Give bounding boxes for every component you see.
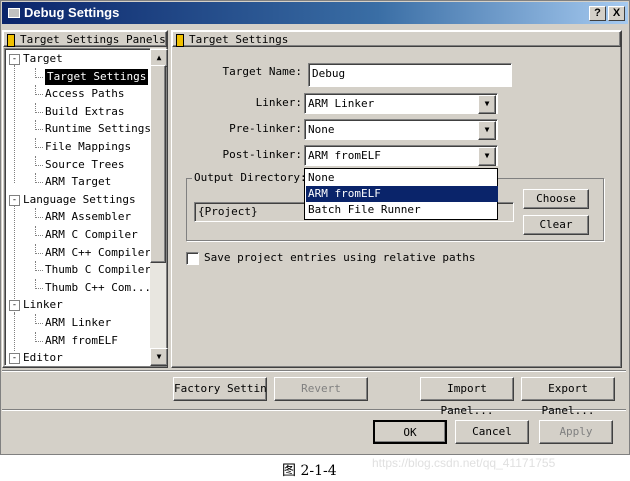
separator xyxy=(2,370,626,372)
ok-button[interactable]: OK xyxy=(373,420,447,444)
window-icon xyxy=(8,8,20,18)
dropdown-option-batch-file-runner[interactable]: Batch File Runner xyxy=(306,202,498,218)
export-panel-button[interactable]: Export Panel... xyxy=(521,377,615,417)
relative-paths-label: Save project entries using relative path… xyxy=(204,251,476,264)
tree-item[interactable]: Target Settings xyxy=(45,68,149,85)
tree-item[interactable]: ARM Target xyxy=(45,174,111,190)
postlinker-label: Post-linker: xyxy=(222,148,302,161)
settings-header-label: Target Settings xyxy=(189,33,289,46)
revert-button[interactable]: Revert xyxy=(274,377,368,401)
tree-item[interactable]: Source Trees xyxy=(45,157,124,173)
tree-item[interactable]: Build Extras xyxy=(45,104,124,120)
scroll-thumb[interactable] xyxy=(150,65,166,263)
separator xyxy=(2,409,626,411)
panels-header: Target Settings Panels xyxy=(3,31,167,47)
collapse-icon[interactable]: - xyxy=(9,353,20,365)
collapse-icon[interactable]: - xyxy=(9,300,20,312)
dropdown-option-arm-fromelf[interactable]: ARM fromELF xyxy=(306,186,498,202)
relative-paths-checkbox[interactable] xyxy=(186,252,199,265)
settings-tree[interactable]: - Target Target Settings Access Paths Build … xyxy=(4,48,166,366)
linker-label: Linker: xyxy=(255,96,302,109)
prelinker-value: None xyxy=(308,123,335,136)
figure-caption: 图 2-1-4 xyxy=(282,463,337,479)
panels-header-label: Target Settings Panels xyxy=(20,33,166,46)
tree-item[interactable]: ARM C++ Compiler xyxy=(45,245,151,261)
tree-group[interactable]: Linker xyxy=(23,297,63,313)
postlinker-dropdown-list[interactable]: None ARM fromELF Batch File Runner xyxy=(304,168,498,220)
scroll-down-icon[interactable]: ▼ xyxy=(150,348,168,366)
dropdown-option-none[interactable]: None xyxy=(306,170,498,186)
title-bar[interactable]: Debug Settings ? X xyxy=(2,2,628,24)
settings-header: Target Settings xyxy=(172,31,621,47)
prelinker-select[interactable]: None ▼ xyxy=(304,119,498,140)
tree-item[interactable]: ARM Assembler xyxy=(45,209,131,225)
help-button[interactable]: ? xyxy=(589,6,606,21)
watermark: https://blog.csdn.net/qq_41171755 xyxy=(372,456,556,470)
settings-marker-icon xyxy=(176,34,184,47)
target-name-input[interactable]: Debug xyxy=(308,63,512,87)
tree-item[interactable]: Runtime Settings xyxy=(45,121,151,137)
linker-select[interactable]: ARM Linker ▼ xyxy=(304,93,498,114)
chevron-down-icon[interactable]: ▼ xyxy=(478,95,496,114)
choose-button[interactable]: Choose xyxy=(523,189,589,209)
postlinker-value: ARM fromELF xyxy=(308,149,381,162)
tree-item[interactable]: Access Paths xyxy=(45,86,124,102)
tree-item[interactable]: ARM Linker xyxy=(45,315,111,331)
window-title: Debug Settings xyxy=(24,5,120,20)
close-button[interactable]: X xyxy=(608,6,625,21)
tree-group[interactable]: Editor xyxy=(23,350,63,365)
chevron-down-icon[interactable]: ▼ xyxy=(478,121,496,140)
prelinker-label: Pre-linker: xyxy=(229,122,302,135)
caption-area: 图 2-1-4 https://blog.csdn.net/qq_4117175… xyxy=(0,455,630,481)
panel-marker-icon xyxy=(7,34,15,47)
postlinker-select[interactable]: ARM fromELF ▼ xyxy=(304,145,498,166)
linker-value: ARM Linker xyxy=(308,97,375,110)
tree-group[interactable]: Target xyxy=(23,51,63,67)
apply-button[interactable]: Apply xyxy=(539,420,613,444)
tree-item[interactable]: Thumb C++ Com... xyxy=(45,280,151,296)
collapse-icon[interactable]: - xyxy=(9,194,20,206)
tree-item[interactable]: Thumb C Compiler xyxy=(45,262,151,278)
tree-scrollbar[interactable]: ▲ ▼ xyxy=(150,48,168,366)
import-panel-button[interactable]: Import Panel... xyxy=(420,377,514,417)
tree-item[interactable]: File Mappings xyxy=(45,139,131,155)
tree-item[interactable]: ARM fromELF xyxy=(45,333,118,349)
cancel-button[interactable]: Cancel xyxy=(455,420,529,444)
clear-button[interactable]: Clear xyxy=(523,215,589,235)
tree-group[interactable]: Language Settings xyxy=(23,192,136,208)
collapse-icon[interactable]: - xyxy=(9,54,20,65)
factory-settings-button[interactable]: Factory Settings xyxy=(173,377,267,401)
chevron-down-icon[interactable]: ▼ xyxy=(478,147,496,166)
target-name-label: Target Name: xyxy=(222,65,302,78)
tree-item[interactable]: ARM C Compiler xyxy=(45,227,138,243)
output-directory-legend: Output Directory: xyxy=(192,171,309,184)
